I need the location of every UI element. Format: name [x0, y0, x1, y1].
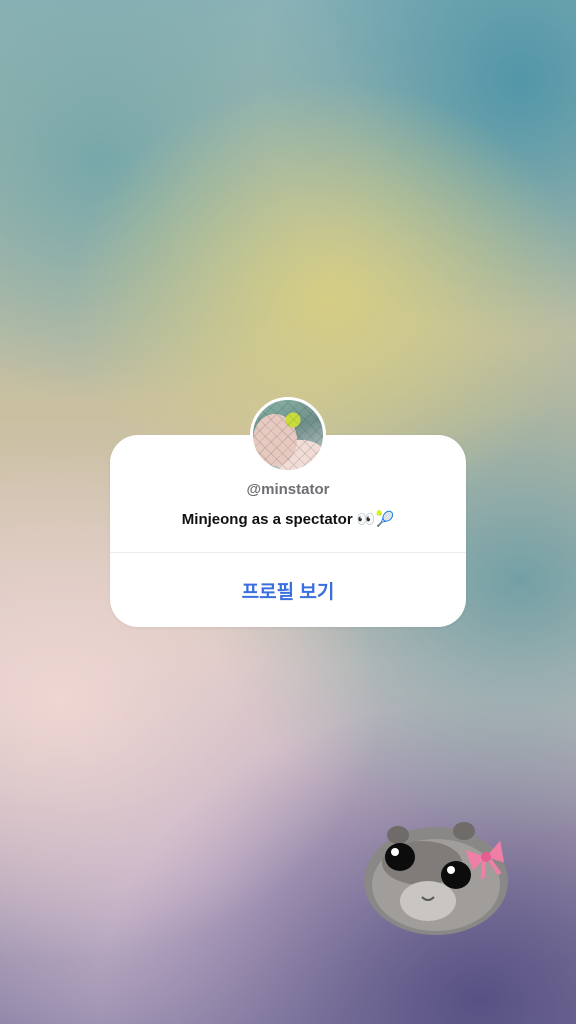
avatar-photo-texture [253, 400, 323, 470]
message-text: Minjeong as a spectator 👀🎾 [181, 511, 395, 528]
view-profile-button[interactable]: 프로필 보기 [110, 553, 466, 627]
hamster-sticker-icon[interactable] [362, 815, 512, 937]
avatar[interactable] [250, 397, 326, 473]
username-label: @minstator [246, 481, 330, 498]
